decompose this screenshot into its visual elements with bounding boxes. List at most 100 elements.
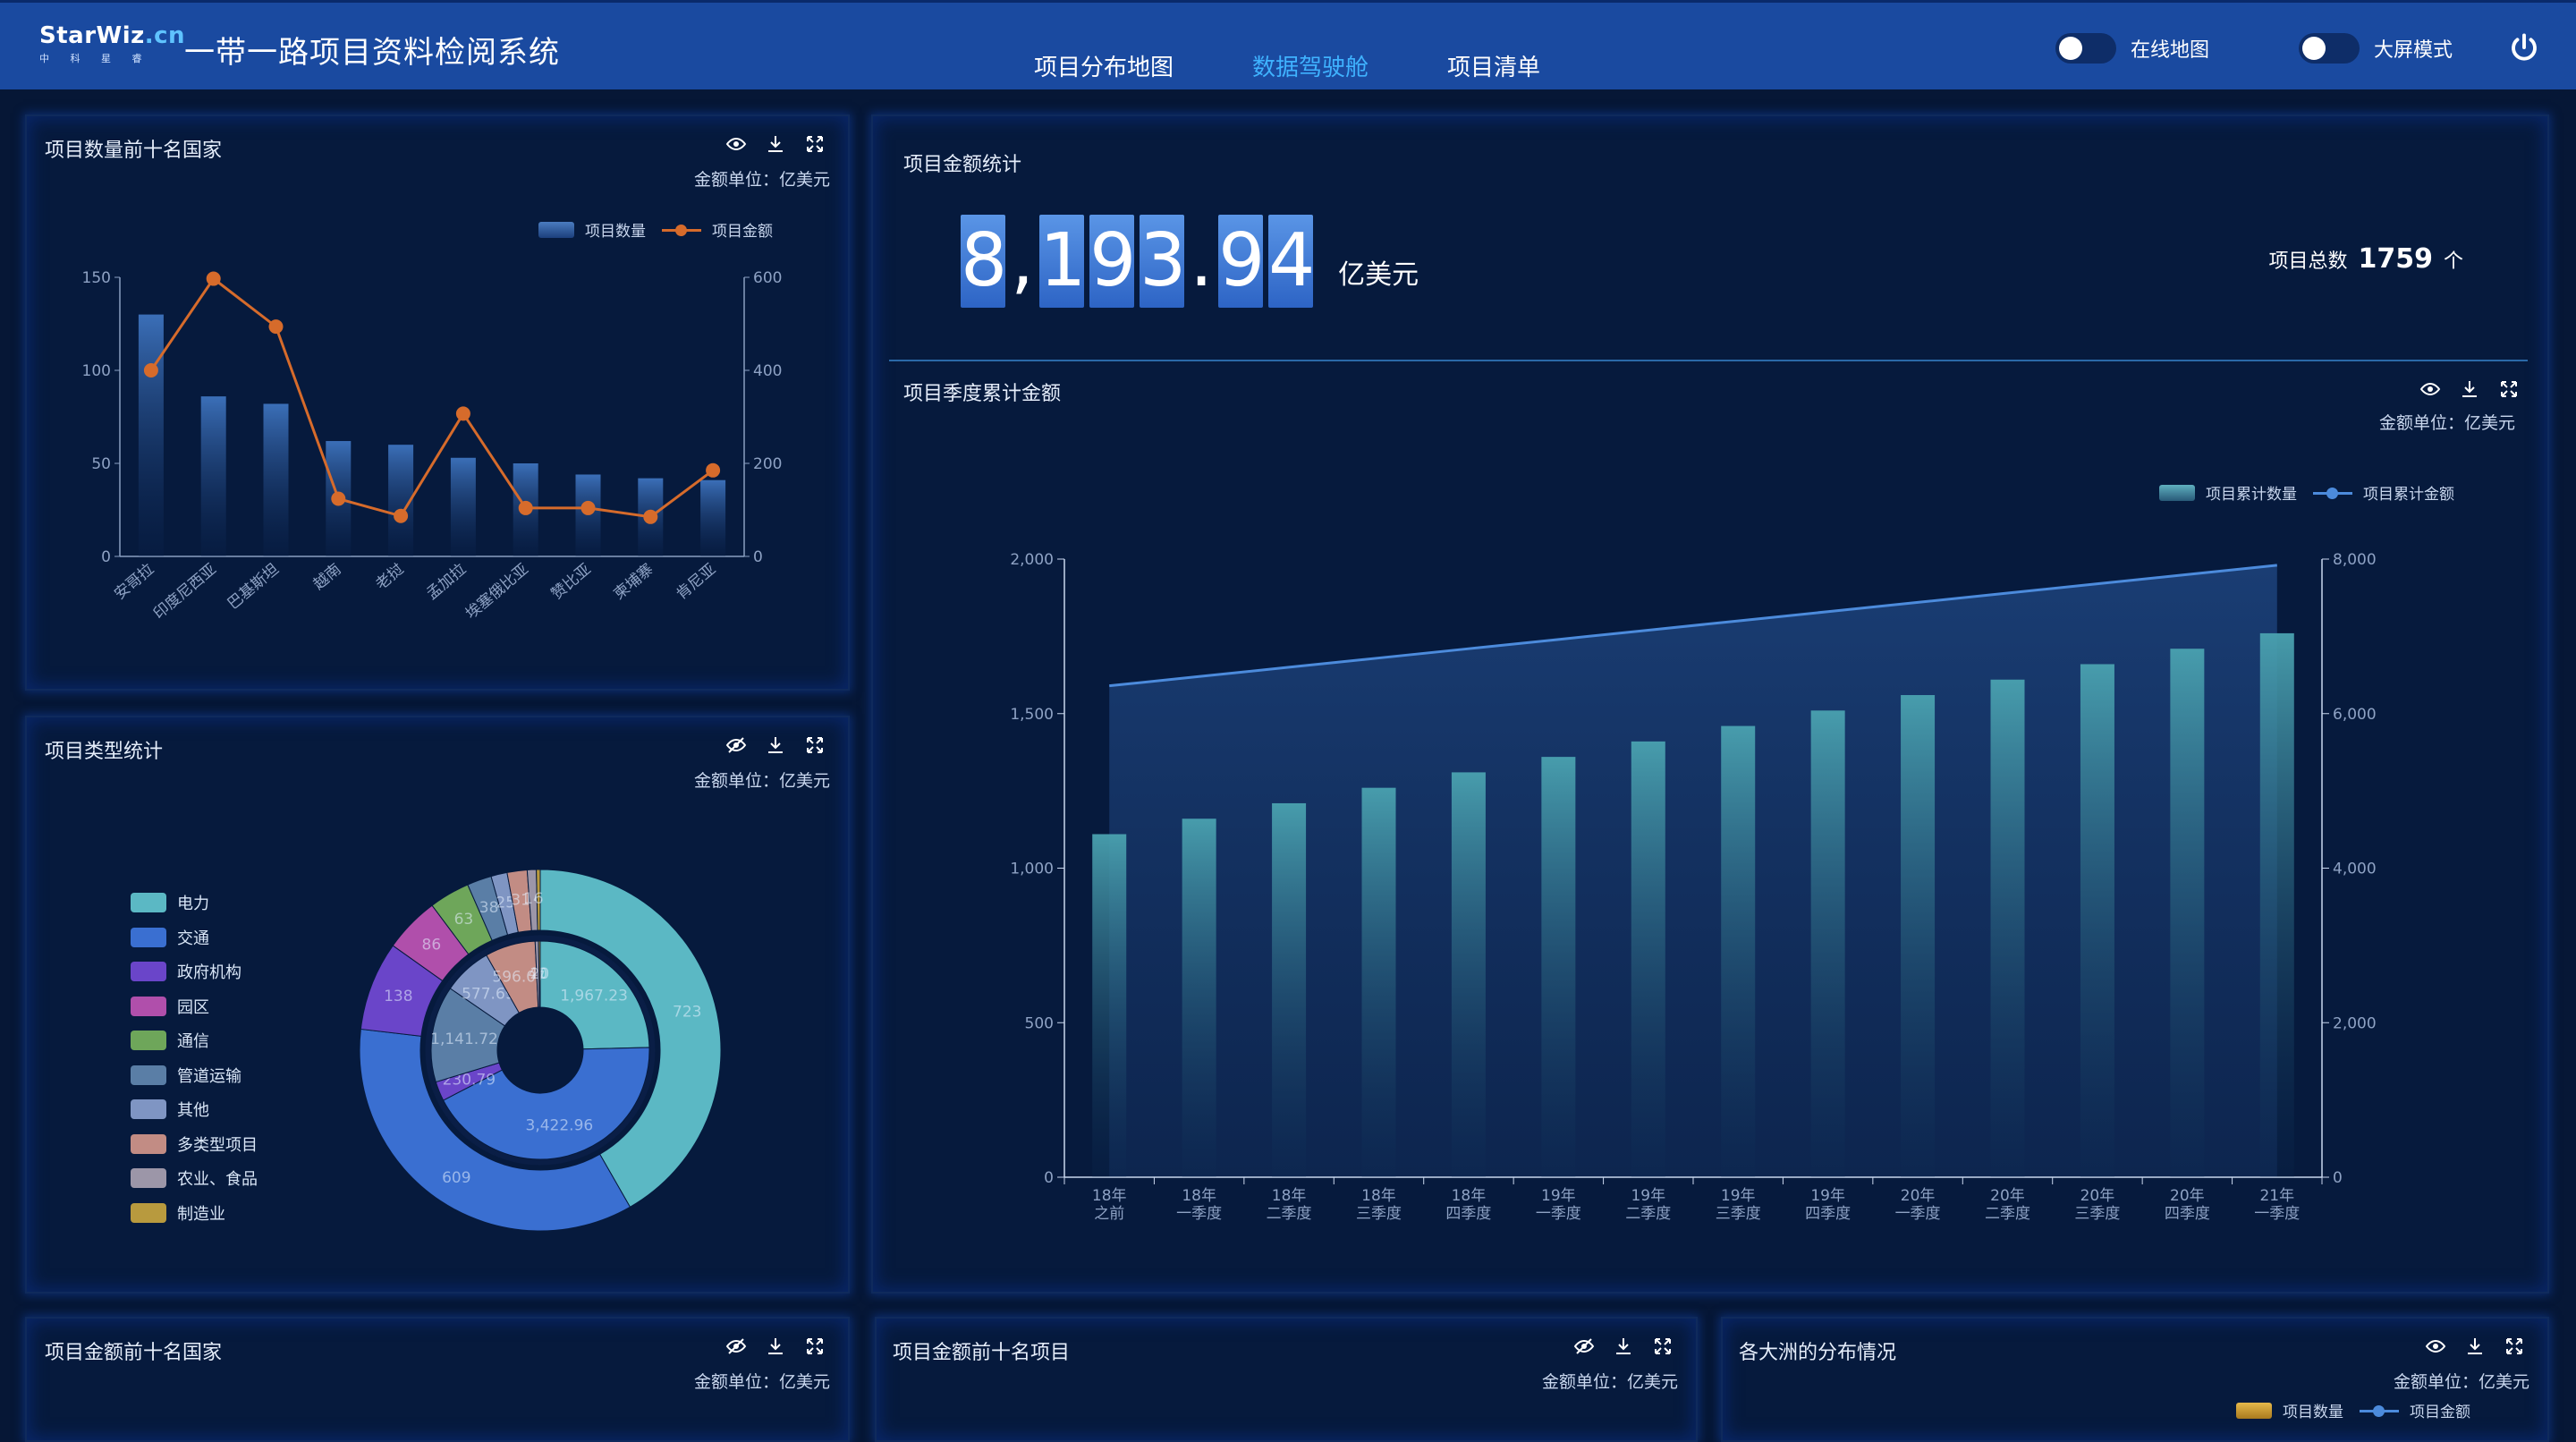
- x-tick-label-period: 之前: [1094, 1205, 1124, 1223]
- x-tick-label-year: 18年: [1272, 1187, 1307, 1205]
- outer-slice-label: 63: [454, 911, 474, 929]
- x-tick-label-year: 20年: [1901, 1187, 1936, 1205]
- bar: [2080, 664, 2114, 1177]
- y-tick-label-right: 0: [753, 548, 763, 566]
- y-tick-label-right: 200: [753, 455, 782, 473]
- y-tick-label-left: 0: [1044, 1169, 1054, 1187]
- y-tick-label-left: 1,000: [1010, 861, 1054, 878]
- line-point: [518, 500, 533, 515]
- online-map-toggle[interactable]: [2055, 33, 2116, 64]
- expand-icon[interactable]: [803, 1335, 826, 1358]
- bar: [1272, 802, 1307, 1177]
- bar: [138, 314, 164, 556]
- line-point: [455, 406, 470, 421]
- bottom-middle-panel: 项目金额前十名项目 金额单位：亿美元: [875, 1317, 1698, 1442]
- x-tick-label: 柬埔寨: [611, 561, 657, 604]
- expand-icon[interactable]: [2503, 1335, 2526, 1358]
- online-map-label: 在线地图: [2131, 39, 2210, 62]
- top-bar: StarWiz.cn 中 科 星 睿 一带一路项目资料检阅系统 项目分布地图 数…: [0, 0, 2576, 89]
- inner-slice-label: 1,141.72: [430, 1031, 498, 1048]
- x-tick-label-period: 一季度: [1536, 1205, 1581, 1223]
- x-tick-label-year: 20年: [2170, 1187, 2205, 1205]
- donut-hole: [497, 1007, 583, 1093]
- x-tick-label-year: 18年: [1182, 1187, 1216, 1205]
- nav-project-map[interactable]: 项目分布地图: [1034, 49, 1174, 82]
- x-tick-label-year: 20年: [2080, 1187, 2115, 1205]
- nav-project-list[interactable]: 项目清单: [1447, 49, 1540, 82]
- y-tick-label-left: 2,000: [1010, 551, 1054, 569]
- x-tick-label-year: 21年: [2259, 1187, 2294, 1205]
- y-tick-label-left: 50: [91, 455, 111, 473]
- inner-slice-label: 20: [530, 965, 550, 983]
- project-types-chart: 72360913886633825311461,967.233,422.9623…: [359, 869, 722, 1232]
- x-tick-label-period: 四季度: [2165, 1205, 2210, 1223]
- line-point: [268, 319, 284, 335]
- y-tick-label-right: 4,000: [2333, 861, 2377, 878]
- x-tick-label-year: 18年: [1092, 1187, 1127, 1205]
- bar: [200, 396, 226, 556]
- unit-label: 金额单位：亿美元: [1541, 1372, 1678, 1392]
- x-tick-label-year: 18年: [1452, 1187, 1487, 1205]
- legend-line-label: 项目金额: [2410, 1404, 2470, 1421]
- nav-data-cockpit[interactable]: 数据驾驶舱: [1252, 49, 1368, 82]
- x-tick-label-period: 二季度: [1625, 1205, 1671, 1223]
- x-tick-label: 巴基斯坦: [225, 561, 283, 614]
- expand-icon[interactable]: [1651, 1335, 1674, 1358]
- line-point: [394, 508, 409, 523]
- x-tick-label: 越南: [310, 561, 345, 594]
- panel-tools: [1572, 1335, 1674, 1358]
- x-tick-label-period: 四季度: [1445, 1205, 1491, 1223]
- unit-label: 金额单位：亿美元: [2393, 1372, 2529, 1392]
- x-tick-label-period: 三季度: [2074, 1205, 2120, 1223]
- x-tick-label-year: 19年: [1810, 1187, 1845, 1205]
- legend-line-swatch[interactable]: [2360, 1403, 2399, 1419]
- bar: [1631, 741, 1665, 1177]
- x-tick-label: 老挝: [372, 561, 407, 594]
- bar: [450, 457, 476, 556]
- bar: [1092, 834, 1127, 1177]
- panel-title: 各大洲的分布情况: [1739, 1342, 1897, 1364]
- bar: [1901, 695, 1936, 1177]
- y-tick-label-left: 100: [82, 362, 111, 380]
- app-logo[interactable]: StarWiz.cn 中 科 星 睿: [39, 22, 185, 65]
- power-icon[interactable]: [2508, 31, 2540, 64]
- y-tick-label-right: 6,000: [2333, 706, 2377, 724]
- logo-main-text: StarWiz: [39, 22, 145, 49]
- bar: [2170, 649, 2205, 1177]
- x-tick-label-period: 二季度: [1985, 1205, 2030, 1223]
- eye-off-icon[interactable]: [724, 1335, 748, 1358]
- outer-slice-label: 6: [534, 890, 544, 908]
- bottom-left-panel: 项目金额前十名国家 金额单位：亿美元: [25, 1317, 850, 1442]
- y-tick-label-right: 600: [753, 269, 782, 287]
- y-tick-label-right: 400: [753, 362, 782, 380]
- eye-icon[interactable]: [2424, 1335, 2447, 1358]
- x-tick-label-year: 19年: [1631, 1187, 1665, 1205]
- y-tick-label-right: 2,000: [2333, 1014, 2377, 1032]
- x-tick-label-year: 19年: [1721, 1187, 1756, 1205]
- logo-suffix: .cn: [144, 22, 186, 49]
- y-tick-label-right: 8,000: [2333, 551, 2377, 569]
- online-map-toggle-group: 在线地图: [2055, 33, 2209, 64]
- download-icon[interactable]: [1612, 1335, 1635, 1358]
- bar: [263, 403, 289, 556]
- line-point: [580, 500, 596, 515]
- bar: [1541, 757, 1576, 1177]
- x-tick-label-year: 20年: [1990, 1187, 2025, 1205]
- inner-slice-label: 3,422.96: [526, 1116, 594, 1134]
- y-tick-label-left: 150: [82, 269, 111, 287]
- main-nav: 项目分布地图 数据驾驶舱 项目清单: [1034, 49, 1619, 82]
- x-tick-label-year: 19年: [1541, 1187, 1576, 1205]
- outer-slice-label: 723: [673, 1003, 701, 1021]
- bar: [1361, 787, 1396, 1177]
- legend-bar-swatch[interactable]: [2236, 1402, 2272, 1419]
- eye-off-icon[interactable]: [1572, 1335, 1596, 1358]
- inner-slice-label: 1,967.23: [560, 987, 628, 1005]
- outer-slice-label: 86: [422, 936, 442, 954]
- download-icon[interactable]: [764, 1335, 787, 1358]
- x-tick-label-period: 一季度: [1176, 1205, 1222, 1223]
- fullscreen-mode-toggle[interactable]: [2299, 33, 2360, 64]
- download-icon[interactable]: [2463, 1335, 2487, 1358]
- amount-panel: 项目金额统计 8,193.94 亿美元 项目总数 1759 个 项目季度累计金额…: [871, 115, 2549, 1294]
- line-point: [643, 509, 658, 524]
- project-types-panel: 项目类型统计 金额单位：亿美元 电力 交通 政府机构 园区 通信 管道运输 其他 多类型项目农…: [25, 716, 850, 1294]
